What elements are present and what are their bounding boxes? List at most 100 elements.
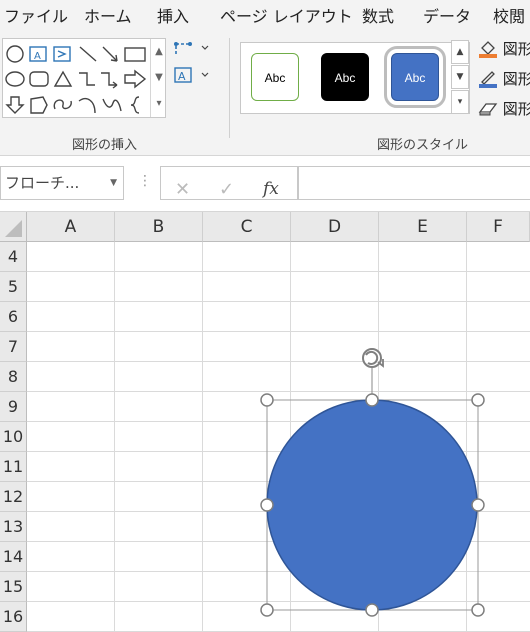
- style-preset-black[interactable]: Abc: [321, 53, 369, 101]
- row-header-13[interactable]: 13: [0, 512, 27, 542]
- gridline: [27, 391, 530, 392]
- arc-icon[interactable]: [78, 97, 96, 114]
- chevron-down-icon[interactable]: ▼: [110, 167, 117, 199]
- rounded-rect-icon[interactable]: [29, 71, 49, 87]
- column-header-c[interactable]: C: [203, 212, 291, 242]
- down-arrow-icon[interactable]: [5, 96, 25, 114]
- shape-effects-button[interactable]: 図形: [478, 98, 530, 119]
- chevron-down-icon[interactable]: ▼: [151, 65, 167, 91]
- resize-handle-top-left[interactable]: [260, 393, 274, 407]
- row-header-8[interactable]: 8: [0, 362, 27, 392]
- formula-buttons: ✕ ✓ fx: [160, 166, 298, 200]
- select-all-corner[interactable]: [0, 212, 27, 242]
- shapes-gallery-icons: A: [5, 45, 147, 114]
- brace-icon[interactable]: [130, 96, 140, 114]
- name-box-value: フローチ...: [5, 174, 80, 192]
- gridline: [27, 301, 530, 302]
- vertical-text-box-icon[interactable]: [53, 46, 71, 62]
- column-header-d[interactable]: D: [291, 212, 379, 242]
- row-header-12[interactable]: 12: [0, 482, 27, 512]
- cancel-icon[interactable]: ✕: [175, 179, 190, 200]
- line-icon[interactable]: [79, 46, 97, 62]
- resize-handle-left[interactable]: [260, 498, 274, 512]
- row-header-14[interactable]: 14: [0, 542, 27, 572]
- resize-handle-top[interactable]: [365, 393, 379, 407]
- edit-shape-icon[interactable]: [174, 42, 209, 54]
- select-all-triangle-icon: [5, 220, 22, 237]
- row-header-4[interactable]: 4: [0, 242, 27, 272]
- scribble-icon[interactable]: [53, 99, 72, 110]
- oval-shape[interactable]: [266, 399, 478, 611]
- resize-handle-bottom-left[interactable]: [260, 603, 274, 617]
- gridline: [27, 601, 530, 602]
- block-arrow-icon[interactable]: [124, 69, 147, 89]
- edit-shape-buttons: A: [174, 42, 209, 83]
- tab-file[interactable]: ファイル: [4, 3, 68, 27]
- tab-insert[interactable]: 挿入: [157, 3, 189, 27]
- column-header-f[interactable]: F: [467, 212, 530, 242]
- more-icon[interactable]: ▾: [151, 91, 167, 117]
- arrow-line-icon[interactable]: [102, 46, 118, 62]
- style-preset-blue[interactable]: Abc: [384, 46, 446, 108]
- ellipse-icon[interactable]: [5, 71, 25, 87]
- style-preset-outline[interactable]: Abc: [251, 53, 299, 101]
- menu-tab-bar: ファイル ホーム 挿入 ページ レイアウト 数式 データ 校閲: [0, 0, 530, 28]
- confirm-icon[interactable]: ✓: [219, 179, 234, 200]
- column-header-e[interactable]: E: [379, 212, 467, 242]
- tab-home[interactable]: ホーム: [84, 3, 132, 27]
- gridline: [27, 271, 530, 272]
- tab-review[interactable]: 校閲: [493, 3, 525, 27]
- shape-fill-button[interactable]: 図形: [478, 38, 530, 59]
- row-header-7[interactable]: 7: [0, 332, 27, 362]
- pen-icon: [479, 71, 497, 88]
- tab-formulas[interactable]: 数式: [362, 3, 394, 27]
- column-header-a[interactable]: A: [27, 212, 115, 242]
- row-header-9[interactable]: 9: [0, 392, 27, 422]
- chevron-up-icon[interactable]: ▲: [151, 39, 167, 65]
- shape-effects-icon: [478, 103, 498, 116]
- row-header-10[interactable]: 10: [0, 422, 27, 452]
- shape-outline-label: 図形: [502, 70, 530, 88]
- elbow-arrow-icon[interactable]: [101, 72, 118, 89]
- gridline: [27, 421, 530, 422]
- shapes-gallery[interactable]: A ▲ ▼ ▾: [2, 38, 166, 118]
- paint-bucket-icon: [479, 41, 497, 58]
- group-separator: [229, 38, 230, 138]
- elbow-connector-icon[interactable]: [79, 72, 95, 86]
- name-box[interactable]: フローチ... ▼: [0, 166, 124, 200]
- cell-grid[interactable]: [27, 242, 530, 632]
- curve-icon[interactable]: [102, 98, 122, 112]
- svg-text:A: A: [34, 51, 41, 62]
- row-header-6[interactable]: 6: [0, 302, 27, 332]
- insert-shapes-group-label: 図形の挿入: [72, 138, 138, 153]
- formula-bar: フローチ... ▼ ⋮ ✕ ✓ fx: [0, 156, 530, 212]
- rectangle-icon[interactable]: [124, 47, 146, 62]
- row-header-16[interactable]: 16: [0, 602, 27, 632]
- tab-data[interactable]: データ: [423, 3, 471, 27]
- resize-handle-bottom[interactable]: [365, 603, 379, 617]
- styles-more-icon[interactable]: ▾: [451, 90, 469, 114]
- styles-scroll-down-icon[interactable]: ▼: [451, 65, 469, 89]
- row-header-11[interactable]: 11: [0, 452, 27, 482]
- gridline: [27, 331, 530, 332]
- oval-shape-icon[interactable]: [6, 45, 24, 63]
- tab-page-layout[interactable]: ページ レイアウト: [220, 3, 353, 27]
- shape-styles-group-label: 図形のスタイル: [377, 138, 469, 153]
- gridline: [27, 571, 530, 572]
- freeform-shape-icon[interactable]: [30, 96, 48, 114]
- shape-outline-button[interactable]: 図形: [478, 68, 530, 89]
- styles-scroll-up-icon[interactable]: ▲: [451, 40, 469, 64]
- row-header-5[interactable]: 5: [0, 272, 27, 302]
- triangle-icon[interactable]: [53, 70, 73, 87]
- svg-text:A: A: [178, 70, 186, 83]
- column-header-b[interactable]: B: [115, 212, 203, 242]
- resize-handle-bottom-right[interactable]: [471, 603, 485, 617]
- resize-handle-top-right[interactable]: [471, 393, 485, 407]
- text-box-button-icon[interactable]: A: [174, 67, 209, 83]
- formula-input[interactable]: [298, 166, 530, 200]
- shape-fill-label: 図形: [502, 40, 530, 58]
- shape-effects-label: 図形: [502, 100, 530, 118]
- insert-function-icon[interactable]: fx: [263, 179, 279, 199]
- row-header-15[interactable]: 15: [0, 572, 27, 602]
- resize-handle-right[interactable]: [471, 498, 485, 512]
